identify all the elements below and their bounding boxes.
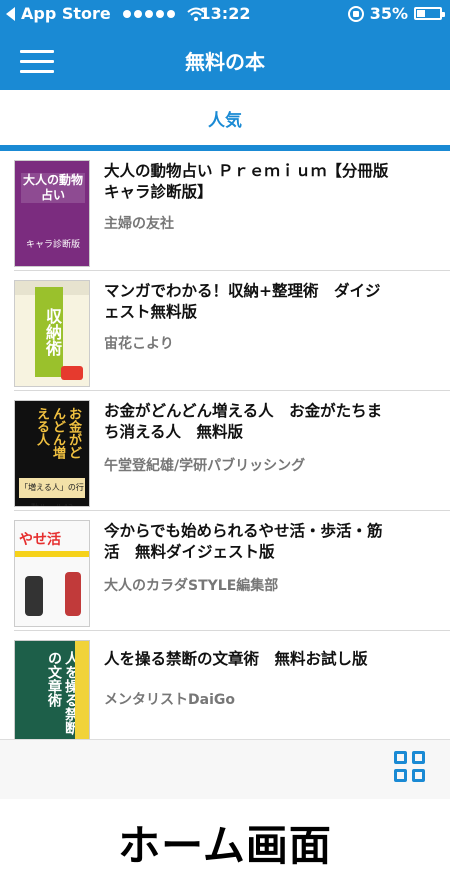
book-cover[interactable]: お金がどんどん増える人 「増える人」の行動ルール43 (14, 400, 90, 507)
cover-title: 人を操る禁断の文章術 (46, 651, 79, 735)
book-row[interactable]: 収納術 マンガでわかる！収納+整理術 ダイジェスト無料版 宙花こより (0, 271, 450, 391)
cover-title: やせ活 (19, 532, 61, 548)
tab-bar: 人気 (0, 90, 450, 150)
book-cover[interactable]: 人を操る禁断の文章術 (14, 640, 90, 739)
battery-fill (417, 10, 425, 17)
page-title: 無料の本 (185, 50, 265, 74)
book-author: 宙花こより (104, 336, 174, 352)
nav-bar: 無料の本 (0, 30, 450, 90)
battery-icon (414, 7, 445, 20)
book-row[interactable]: やせ活 今からでも始められるやせ活・歩活・筋活 無料ダイジェスト版 大人のカラダ… (0, 511, 450, 631)
status-right: 35% (347, 4, 445, 23)
orientation-lock-icon (347, 5, 364, 22)
piggy-bank-icon (61, 366, 83, 380)
grid-view-icon[interactable] (394, 751, 428, 785)
cover-title: 大人の動物占い (21, 173, 85, 203)
book-cover[interactable]: 収納術 (14, 280, 90, 387)
book-title[interactable]: 大人の動物占い Ｐｒｅｍｉｕｍ【分冊版 キャラ診断版】 (104, 161, 394, 203)
book-row[interactable]: 大人の動物占い キャラ診断版 大人の動物占い Ｐｒｅｍｉｕｍ【分冊版 キャラ診断… (0, 151, 450, 271)
cover-title: お金がどんどん増える人 (34, 407, 81, 459)
status-bar: App Store 13:22 35% (0, 0, 450, 30)
person-figure-icon (65, 572, 81, 616)
book-cover[interactable]: やせ活 (14, 520, 90, 627)
cover-subtitle: キャラ診断版 (25, 240, 80, 250)
book-author: メンタリストDaiGo (104, 692, 235, 708)
screen-caption: ホーム画面 (118, 821, 332, 870)
book-author: 大人のカラダSTYLE編集部 (104, 578, 279, 594)
book-author: 午堂登紀雄/学研パブリッシング (104, 458, 306, 474)
person-figure-icon (25, 576, 43, 616)
book-title[interactable]: 今からでも始められるやせ活・歩活・筋活 無料ダイジェスト版 (104, 521, 394, 563)
tab-popular[interactable]: 人気 (0, 106, 450, 131)
book-author: 主婦の友社 (104, 216, 174, 232)
book-cover[interactable]: 大人の動物占い キャラ診断版 (14, 160, 90, 267)
cover-title: 収納術 (35, 287, 63, 377)
book-row[interactable]: お金がどんどん増える人 「増える人」の行動ルール43 お金がどんどん増える人 お… (0, 391, 450, 511)
cover-strip (75, 641, 89, 739)
book-title[interactable]: 人を操る禁断の文章術 無料お試し版 (104, 649, 394, 670)
book-title[interactable]: マンガでわかる！収納+整理術 ダイジェスト無料版 (104, 281, 394, 323)
book-title[interactable]: お金がどんどん増える人 お金がたちまち消える人 無料版 (104, 401, 394, 443)
book-list: 大人の動物占い キャラ診断版 大人の動物占い Ｐｒｅｍｉｕｍ【分冊版 キャラ診断… (0, 151, 450, 739)
book-row[interactable]: 人を操る禁断の文章術 人を操る禁断の文章術 無料お試し版 メンタリストDaiGo (0, 631, 450, 739)
cover-bar (15, 551, 89, 557)
bottom-toolbar (0, 739, 450, 799)
battery-percent: 35% (369, 4, 408, 23)
cover-subtitle: 「増える人」の行動ルール43 (19, 478, 85, 506)
top-bar: App Store 13:22 35% 無料の本 (0, 0, 450, 90)
